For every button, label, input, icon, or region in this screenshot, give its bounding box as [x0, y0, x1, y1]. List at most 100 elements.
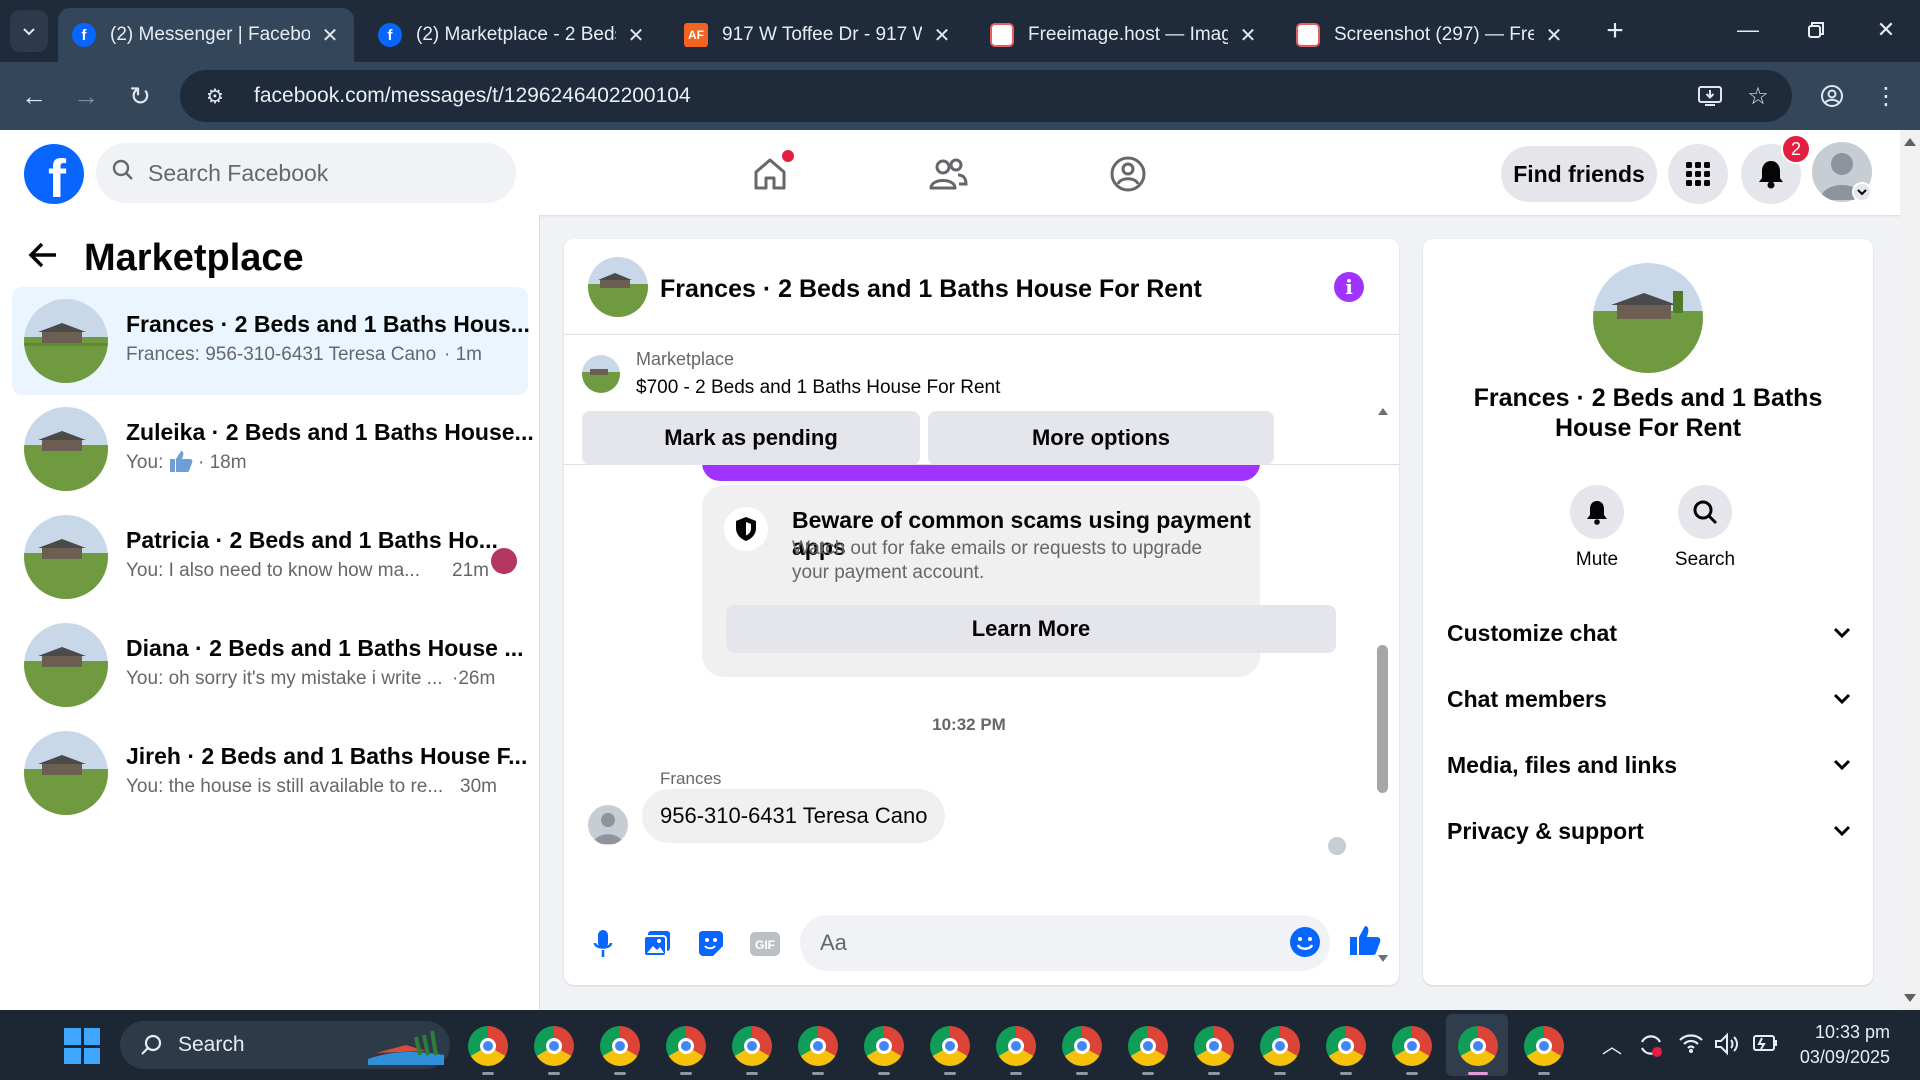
site-info-icon[interactable]: ⚙	[190, 84, 240, 109]
customize-chat-row[interactable]: Customize chat	[1447, 613, 1851, 653]
clock-time: 10:33 pm	[1814, 1022, 1890, 1042]
install-app-icon[interactable]	[1690, 76, 1730, 116]
notification-badge: 2	[1781, 134, 1811, 164]
battery-icon[interactable]	[1750, 1032, 1778, 1060]
chat-item-frances[interactable]: Frances · 2 Beds and 1 Baths Hous... Fra…	[12, 287, 530, 395]
chrome-taskbar-icon[interactable]	[1128, 1026, 1168, 1075]
groups-nav-button[interactable]	[1102, 148, 1154, 200]
browser-tab-toffee[interactable]: AF 917 W Toffee Dr - 917 W ✕	[670, 8, 966, 62]
chrome-taskbar-icon[interactable]	[996, 1026, 1036, 1075]
message-list: Beware of common scams using payment app…	[564, 465, 1399, 885]
message-scrollbar[interactable]	[1376, 405, 1390, 965]
mark-as-pending-button[interactable]: Mark as pending	[582, 411, 920, 465]
chrome-taskbar-icon[interactable]	[732, 1026, 772, 1075]
reload-button[interactable]: ↻	[120, 76, 160, 116]
conversation-title[interactable]: Frances · 2 Beds and 1 Baths House For R…	[660, 275, 1202, 304]
chrome-taskbar-icon[interactable]	[930, 1026, 970, 1075]
chat-item-jireh[interactable]: Jireh · 2 Beds and 1 Baths House F... Yo…	[12, 719, 528, 827]
sender-avatar[interactable]	[588, 805, 628, 845]
restore-button[interactable]	[1796, 10, 1836, 50]
chrome-taskbar-icon[interactable]	[1392, 1026, 1432, 1075]
learn-more-button[interactable]: Learn More	[726, 605, 1336, 653]
mute-button[interactable]: Mute	[1557, 485, 1637, 571]
info-icon[interactable]: i	[1334, 272, 1364, 302]
close-tab-icon[interactable]: ✕	[320, 23, 340, 48]
chevron-down-icon	[23, 28, 35, 36]
search-in-chat-button[interactable]: Search	[1665, 485, 1745, 571]
chrome-taskbar-icon[interactable]	[666, 1026, 706, 1075]
chrome-taskbar-icon[interactable]	[1260, 1026, 1300, 1075]
account-menu-chevron-icon[interactable]	[1852, 182, 1872, 202]
chat-info-title: Frances · 2 Beds and 1 Baths House For R…	[1473, 384, 1823, 442]
menu-button[interactable]	[1668, 144, 1728, 204]
browser-tab-marketplace[interactable]: f (2) Marketplace - 2 Beds ✕	[364, 8, 660, 62]
close-tab-icon[interactable]: ✕	[932, 23, 952, 48]
wifi-icon[interactable]	[1678, 1032, 1704, 1060]
chrome-taskbar-icon[interactable]	[468, 1026, 508, 1075]
browser-tab-messenger[interactable]: f (2) Messenger | Facebook ✕	[58, 8, 354, 62]
more-options-button[interactable]: More options	[928, 411, 1274, 465]
chrome-taskbar-icon[interactable]	[1194, 1026, 1234, 1075]
chat-item-diana[interactable]: Diana · 2 Beds and 1 Baths House ... You…	[12, 611, 528, 719]
read-receipt-avatar	[1328, 837, 1346, 855]
tray-overflow-icon[interactable]: ︿	[1602, 1030, 1622, 1059]
chrome-taskbar-icon[interactable]	[534, 1026, 574, 1075]
menu-kebab-icon[interactable]: ⋮	[1866, 76, 1906, 116]
chat-item-patricia[interactable]: Patricia · 2 Beds and 1 Baths Ho... You:…	[12, 503, 528, 611]
browser-tab-freeimage[interactable]: Freeimage.host — Image ✕	[976, 8, 1272, 62]
media-files-links-row[interactable]: Media, files and links	[1447, 745, 1851, 785]
close-tab-icon[interactable]: ✕	[626, 23, 646, 48]
marketplace-label: Marketplace	[636, 349, 735, 369]
privacy-support-row[interactable]: Privacy & support	[1447, 811, 1851, 851]
friends-nav-button[interactable]	[922, 148, 974, 200]
back-button[interactable]: ←	[14, 76, 54, 116]
chat-item-zuleika[interactable]: Zuleika · 2 Beds and 1 Baths House... Yo…	[12, 395, 534, 503]
close-tab-icon[interactable]: ✕	[1544, 23, 1564, 48]
browser-tab-screenshot[interactable]: Screenshot (297) — Freei ✕	[1282, 8, 1578, 62]
new-tab-button[interactable]: +	[1598, 14, 1632, 48]
search-icon	[112, 159, 134, 187]
bell-icon	[1570, 485, 1624, 539]
chrome-taskbar-icon[interactable]	[1326, 1026, 1366, 1075]
microphone-icon[interactable]	[586, 927, 620, 961]
chrome-taskbar-icon[interactable]	[1524, 1026, 1564, 1075]
listing-title[interactable]: $700 - 2 Beds and 1 Baths House For Rent	[636, 377, 1000, 399]
close-tab-icon[interactable]: ✕	[1238, 23, 1258, 48]
message-bubble[interactable]: 956-310-6431 Teresa Cano	[642, 789, 946, 843]
like-button[interactable]	[1348, 923, 1382, 957]
address-bar[interactable]: ⚙ facebook.com/messages/t/12962464022001…	[180, 70, 1792, 122]
bookmark-star-icon[interactable]: ☆	[1738, 76, 1778, 116]
tab-search-button[interactable]	[10, 10, 48, 52]
message-input[interactable]: Aa	[800, 915, 1330, 971]
volume-icon[interactable]	[1714, 1032, 1740, 1062]
system-clock[interactable]: 10:33 pm 03/09/2025	[1790, 1020, 1890, 1070]
facebook-search-input[interactable]: Search Facebook	[96, 143, 516, 203]
scrollbar-thumb[interactable]	[1377, 645, 1388, 793]
minimize-button[interactable]: —	[1728, 10, 1768, 50]
page-scrollbar[interactable]	[1900, 130, 1920, 1010]
chrome-taskbar-icon[interactable]	[1458, 1026, 1498, 1075]
sync-icon[interactable]	[1638, 1032, 1664, 1064]
chat-members-row[interactable]: Chat members	[1447, 679, 1851, 719]
close-window-button[interactable]: ✕	[1866, 10, 1906, 50]
conversation-avatar[interactable]	[588, 257, 648, 317]
back-arrow-icon[interactable]	[28, 239, 58, 278]
profile-icon[interactable]	[1812, 76, 1852, 116]
find-friends-button[interactable]: Find friends	[1501, 146, 1657, 202]
emoji-icon[interactable]	[1288, 925, 1322, 959]
taskbar-search[interactable]: Search	[120, 1021, 450, 1069]
chat-list-panel: Marketplace Frances · 2 Beds and 1 Baths…	[0, 215, 540, 1010]
af-icon: AF	[684, 23, 708, 47]
photo-icon[interactable]	[640, 927, 674, 961]
chrome-taskbar-icon[interactable]	[798, 1026, 838, 1075]
url-text[interactable]: facebook.com/messages/t/1296246402200104	[254, 84, 691, 108]
chrome-taskbar-icon[interactable]	[600, 1026, 640, 1075]
facebook-logo[interactable]: f	[24, 144, 84, 204]
chrome-taskbar-icon[interactable]	[864, 1026, 904, 1075]
sticker-icon[interactable]	[694, 927, 728, 961]
forward-button[interactable]: →	[66, 76, 106, 116]
gif-icon[interactable]: GIF	[748, 927, 782, 961]
windows-start-icon[interactable]	[64, 1028, 100, 1064]
chrome-taskbar-icon[interactable]	[1062, 1026, 1102, 1075]
chat-preview: You: the house is still available to re.…	[126, 776, 444, 797]
